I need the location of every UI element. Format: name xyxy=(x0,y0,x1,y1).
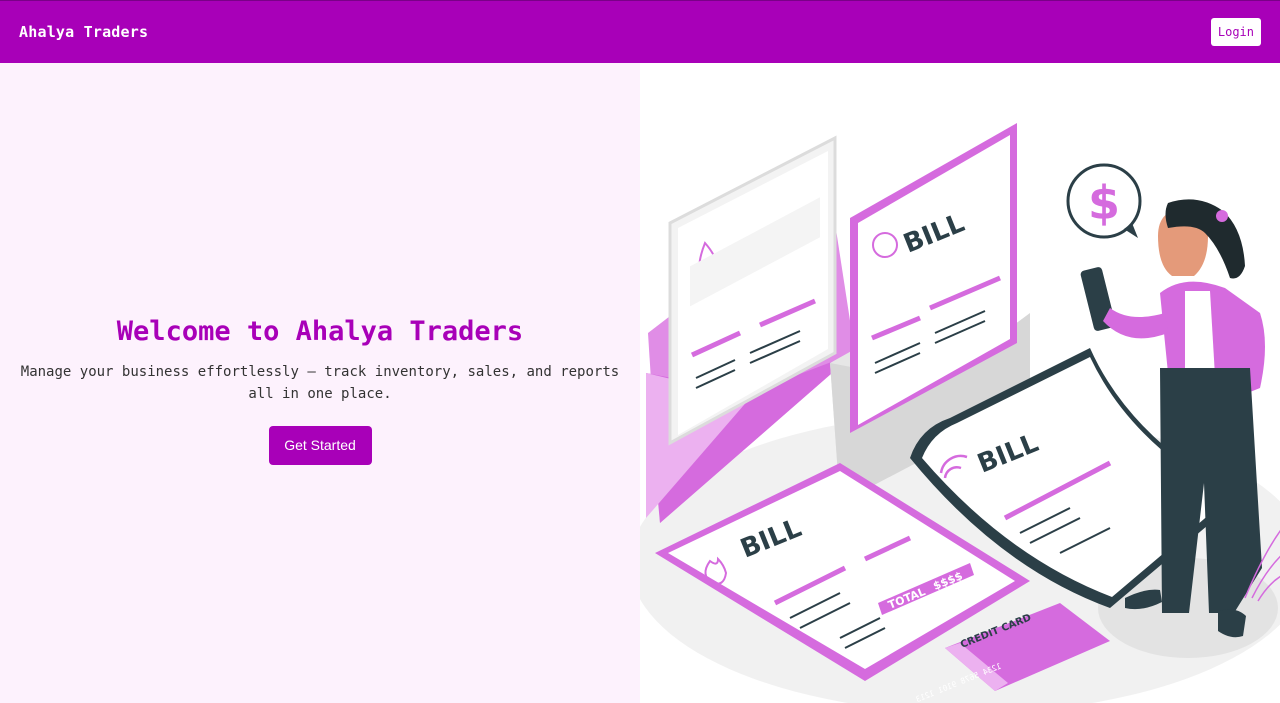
hero-illustration: BILL BILL BILL TOTAL $$$$ CREDIT CARD 12… xyxy=(640,63,1280,703)
hero-subtitle: Manage your business effortlessly — trac… xyxy=(20,363,620,402)
top-navbar: Ahalya Traders Login xyxy=(0,0,1280,63)
login-button[interactable]: Login xyxy=(1210,18,1261,46)
billing-illustration: BILL BILL BILL TOTAL $$$$ CREDIT CARD 12… xyxy=(640,123,1280,703)
water-bill: BILL xyxy=(668,135,837,446)
hero-title: Welcome to Ahalya Traders xyxy=(116,315,524,347)
brand-name[interactable]: Ahalya Traders xyxy=(19,23,148,41)
get-started-button[interactable]: Get Started xyxy=(268,425,372,465)
dollar-bubble: $ xyxy=(1066,163,1142,239)
hero-section: Welcome to Ahalya Traders Manage your bu… xyxy=(0,63,640,703)
dollar-icon: $ xyxy=(1088,176,1120,230)
